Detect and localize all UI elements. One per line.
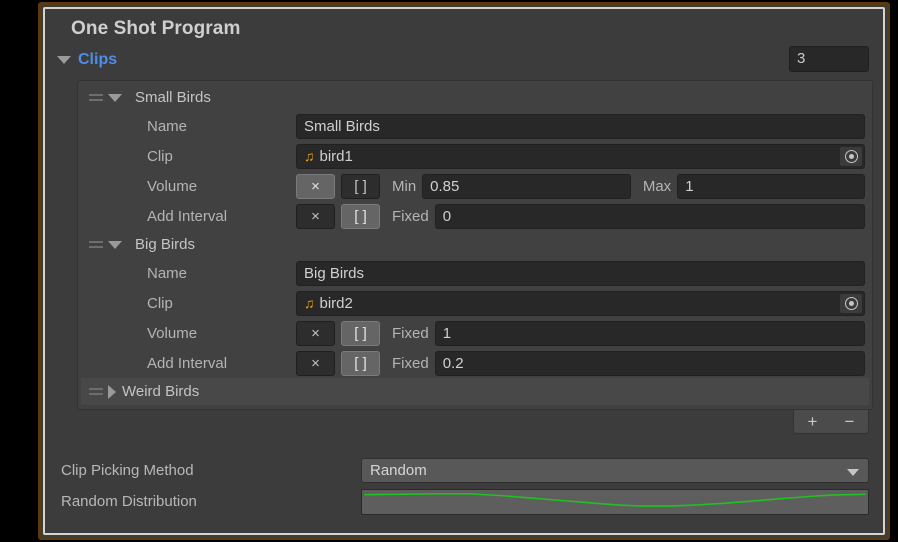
interval-fixed-input[interactable]: 0.2: [434, 350, 865, 376]
clips-reorderable-list: Small Birds Name Small Birds Clip ♫ bird…: [77, 80, 873, 410]
chevron-right-icon[interactable]: [108, 384, 116, 399]
remove-clip-button[interactable]: −: [840, 413, 860, 430]
volume-max-input[interactable]: 1: [677, 173, 865, 199]
volume-range-toggle[interactable]: [ ]: [341, 320, 380, 346]
clip-entry-title: Weird Birds: [122, 383, 200, 400]
clip-entry-header[interactable]: Small Birds: [81, 84, 869, 111]
interval-fixed-label: Fixed: [392, 207, 429, 225]
clip-add-interval-row: Add Interval × [ ] Fixed 0: [81, 201, 869, 231]
interval-fixed-label: Fixed: [392, 354, 429, 372]
random-distribution-curve: [362, 490, 868, 514]
clip-add-interval-label: Add Interval: [147, 354, 228, 372]
random-distribution-curve-field[interactable]: [361, 488, 869, 515]
object-picker-icon[interactable]: [840, 146, 862, 166]
clip-picking-method-row: Clip Picking Method Random: [57, 455, 873, 486]
clip-add-interval-label: Add Interval: [147, 207, 228, 225]
clip-name-input[interactable]: Small Birds: [296, 113, 865, 139]
clips-list-footer-buttons: + −: [793, 410, 869, 434]
bottom-properties: Clip Picking Method Random Random Distri…: [57, 455, 873, 517]
clip-volume-label: Volume: [147, 324, 198, 342]
volume-fixed-toggle[interactable]: ×: [296, 320, 335, 346]
clip-add-interval-row: Add Interval × [ ] Fixed 0.2: [81, 348, 869, 378]
clip-name-input[interactable]: Big Birds: [296, 260, 865, 286]
inspector-body: One Shot Program Clips 3 Small Birds Nam…: [45, 9, 883, 533]
add-clip-button[interactable]: +: [803, 413, 823, 430]
clip-asset-label: Clip: [147, 294, 173, 312]
clip-volume-row: Volume × [ ] Min 0.85 Max 1: [81, 171, 869, 201]
chevron-down-icon[interactable]: [108, 93, 122, 102]
clips-list-footer: + −: [77, 410, 873, 437]
drag-handle-icon[interactable]: [89, 94, 103, 101]
random-distribution-label: Random Distribution: [61, 493, 197, 510]
clip-picking-method-dropdown[interactable]: Random: [361, 458, 869, 483]
clip-entry-title: Small Birds: [135, 89, 211, 106]
drag-handle-icon[interactable]: [89, 241, 103, 248]
volume-fixed-toggle[interactable]: ×: [296, 173, 335, 199]
volume-min-input[interactable]: 0.85: [422, 173, 631, 199]
chevron-down-icon[interactable]: [108, 240, 122, 249]
clip-name-label: Name: [147, 117, 188, 135]
clip-asset-label: Clip: [147, 147, 173, 165]
chevron-down-icon: [847, 469, 859, 476]
clip-asset-value: bird1: [319, 147, 353, 165]
clips-count-input[interactable]: 3: [789, 46, 869, 72]
music-note-icon: ♫: [304, 148, 315, 164]
volume-fixed-label: Fixed: [392, 324, 429, 342]
interval-fixed-input[interactable]: 0: [434, 203, 865, 229]
drag-handle-icon[interactable]: [89, 388, 103, 395]
clip-entry-header[interactable]: Weird Birds: [81, 378, 869, 405]
inspector-window: One Shot Program Clips 3 Small Birds Nam…: [38, 2, 890, 540]
clip-asset-row: Clip ♫ bird1: [81, 141, 869, 171]
clip-asset-value: bird2: [319, 294, 353, 312]
chevron-down-icon[interactable]: [57, 56, 71, 64]
page-title: One Shot Program: [71, 18, 241, 39]
object-picker-icon[interactable]: [840, 293, 862, 313]
interval-fixed-toggle[interactable]: ×: [296, 350, 335, 376]
volume-min-label: Min: [392, 177, 417, 195]
volume-max-label: Max: [642, 177, 672, 195]
interval-fixed-toggle[interactable]: ×: [296, 203, 335, 229]
clip-picking-method-value: Random: [370, 462, 427, 479]
clip-asset-object-field[interactable]: ♫ bird2: [296, 290, 865, 316]
clip-asset-row: Clip ♫ bird2: [81, 288, 869, 318]
clip-volume-row: Volume × [ ] Fixed 1: [81, 318, 869, 348]
clip-picking-method-label: Clip Picking Method: [61, 462, 194, 479]
clip-name-row: Name Big Birds: [81, 258, 869, 288]
clip-entry-title: Big Birds: [135, 236, 196, 253]
inspector-window-inner: One Shot Program Clips 3 Small Birds Nam…: [43, 7, 885, 535]
clips-foldout-header[interactable]: Clips: [57, 45, 873, 75]
volume-range-toggle[interactable]: [ ]: [341, 173, 380, 199]
clip-name-label: Name: [147, 264, 188, 282]
music-note-icon: ♫: [304, 295, 315, 311]
clip-asset-object-field[interactable]: ♫ bird1: [296, 143, 865, 169]
interval-range-toggle[interactable]: [ ]: [341, 350, 380, 376]
random-distribution-row: Random Distribution: [57, 486, 873, 517]
clip-entry-header[interactable]: Big Birds: [81, 231, 869, 258]
volume-fixed-input[interactable]: 1: [434, 320, 865, 346]
clips-foldout-label: Clips: [78, 51, 118, 68]
clip-name-row: Name Small Birds: [81, 111, 869, 141]
clip-volume-label: Volume: [147, 177, 198, 195]
interval-range-toggle[interactable]: [ ]: [341, 203, 380, 229]
